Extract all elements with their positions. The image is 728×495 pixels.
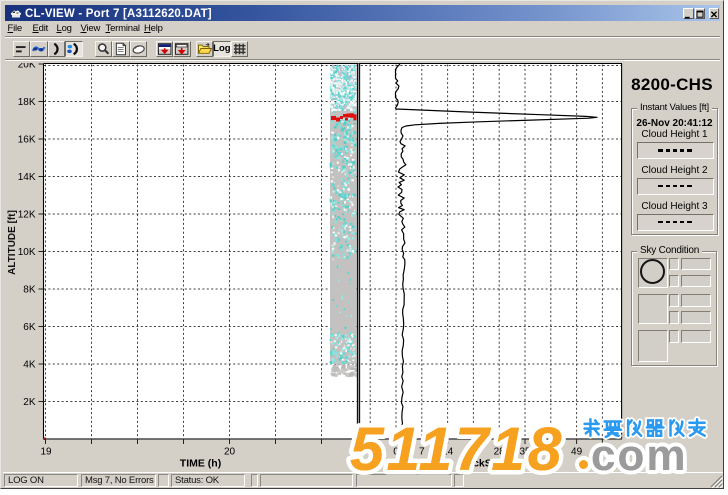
svg-text:49: 49 (571, 446, 583, 457)
svg-text:BackScatter: BackScatter (460, 457, 521, 469)
svg-text:21: 21 (468, 446, 480, 457)
svg-text:10K: 10K (18, 247, 36, 258)
svg-text:6K: 6K (23, 322, 36, 333)
svg-text:7: 7 (419, 446, 425, 457)
svg-text:20K: 20K (18, 63, 36, 71)
svg-text:20: 20 (224, 446, 236, 457)
svg-text:42: 42 (545, 446, 557, 457)
svg-text:ALTITUDE [ft]: ALTITUDE [ft] (7, 210, 18, 275)
svg-text:14K: 14K (18, 172, 36, 183)
svg-text:18K: 18K (18, 97, 36, 108)
svg-text:0: 0 (393, 446, 399, 457)
svg-text:TIME (h): TIME (h) (180, 457, 221, 469)
svg-text:35: 35 (519, 446, 531, 457)
svg-text:16K: 16K (18, 134, 36, 145)
svg-text:4K: 4K (23, 359, 36, 370)
svg-text:14: 14 (442, 446, 454, 457)
svg-text:19: 19 (40, 446, 52, 457)
svg-text:12K: 12K (18, 209, 36, 220)
svg-text:28: 28 (494, 446, 506, 457)
svg-text:2K: 2K (23, 397, 36, 408)
svg-text:8K: 8K (23, 284, 36, 295)
